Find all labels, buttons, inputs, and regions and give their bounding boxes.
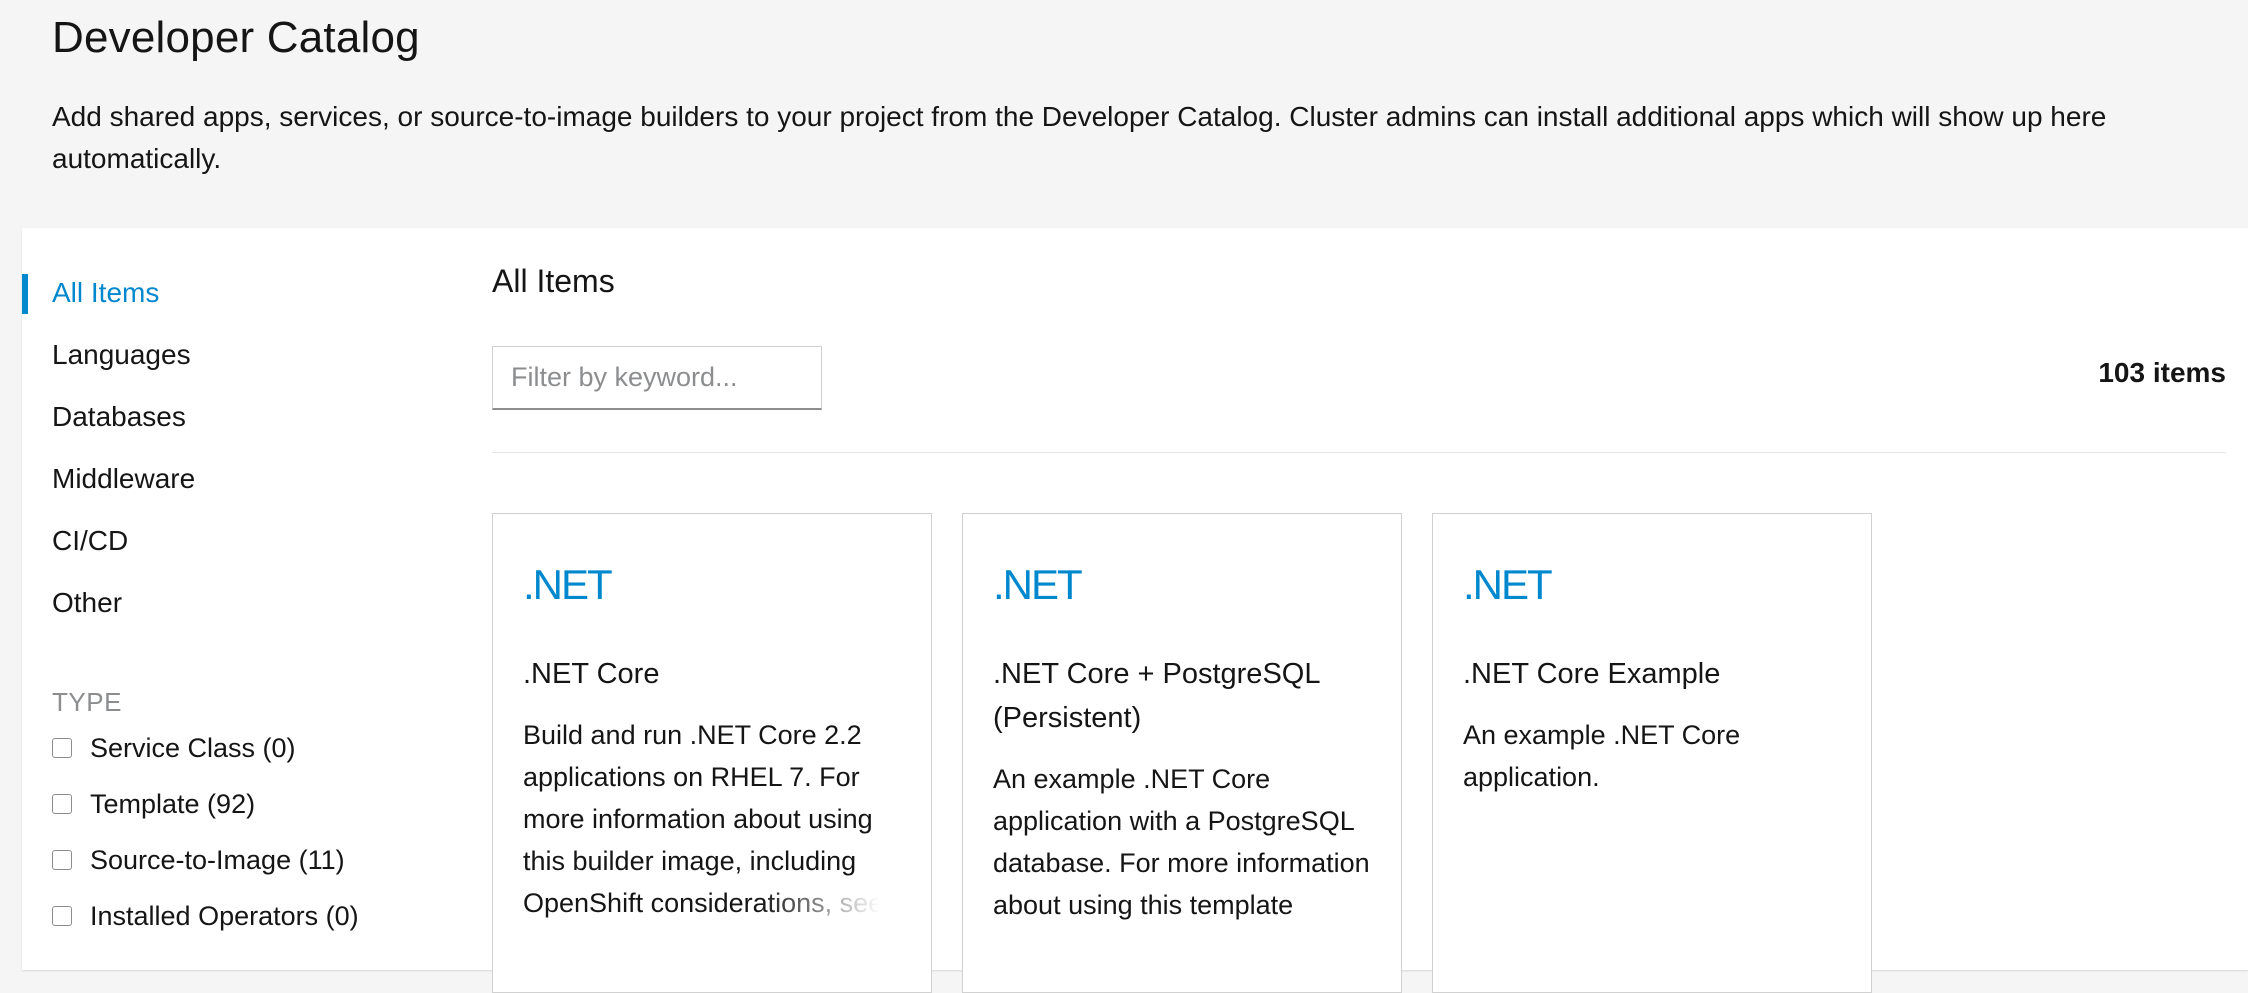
dotnet-logo-icon: .NET [993, 561, 1083, 608]
type-filter-service-class[interactable]: Service Class (0) [22, 720, 442, 776]
type-filter-template[interactable]: Template (92) [22, 776, 442, 832]
filter-keyword-input[interactable] [492, 346, 822, 410]
template-checkbox[interactable] [52, 794, 72, 814]
tile-description: Build and run .NET Core 2.2 applications… [523, 714, 901, 924]
page-title: Developer Catalog [52, 13, 420, 62]
tile-description: An example .NET Core application. [1463, 714, 1841, 924]
dotnet-logo-icon: .NET [523, 561, 613, 608]
page-header: Developer Catalog Add shared apps, servi… [52, 0, 2212, 180]
tile-description: An example .NET Core application with a … [993, 758, 1371, 968]
type-filter-installed-operators[interactable]: Installed Operators (0) [22, 888, 442, 944]
tile-title: .NET Core Example [1463, 658, 1721, 690]
template-label: Template (92) [90, 788, 256, 819]
installed-operators-label: Installed Operators (0) [90, 900, 359, 931]
item-count: 103 items [2098, 357, 2226, 388]
catalog-tile-dotnet-core[interactable]: .NET .NET Core Build and run .NET Core 2… [492, 513, 932, 993]
divider [492, 452, 2226, 453]
category-other[interactable]: Other [22, 572, 442, 634]
category-ci-cd[interactable]: CI/CD [22, 510, 442, 572]
catalog-sidebar: All Items Languages Databases Middleware… [22, 262, 442, 944]
catalog-tile-dotnet-core-postgresql[interactable]: .NET .NET Core + PostgreSQL (Persistent)… [962, 513, 1402, 993]
service-class-checkbox[interactable] [52, 738, 72, 758]
service-class-label: Service Class (0) [90, 732, 296, 763]
type-filter-heading: TYPE [52, 687, 122, 717]
catalog-panel: All Items Languages Databases Middleware… [22, 228, 2248, 993]
installed-operators-checkbox[interactable] [52, 906, 72, 926]
catalog-content: All Items 103 items .NET .NET Core Build… [492, 228, 2226, 993]
tile-title: .NET Core + PostgreSQL (Persistent) [993, 658, 1320, 734]
catalog-tiles: .NET .NET Core Build and run .NET Core 2… [492, 513, 1872, 993]
catalog-tile-dotnet-core-example[interactable]: .NET .NET Core Example An example .NET C… [1432, 513, 1872, 993]
content-title: All Items [492, 263, 615, 299]
category-languages[interactable]: Languages [22, 324, 442, 386]
category-all-items[interactable]: All Items [22, 262, 442, 324]
dotnet-logo-icon: .NET [1463, 561, 1553, 608]
tile-title: .NET Core [523, 658, 660, 690]
category-middleware[interactable]: Middleware [22, 448, 442, 510]
type-filter-source-to-image[interactable]: Source-to-Image (11) [22, 832, 442, 888]
page-description: Add shared apps, services, or source-to-… [52, 101, 2107, 174]
source-to-image-checkbox[interactable] [52, 850, 72, 870]
category-databases[interactable]: Databases [22, 386, 442, 448]
source-to-image-label: Source-to-Image (11) [90, 844, 345, 875]
